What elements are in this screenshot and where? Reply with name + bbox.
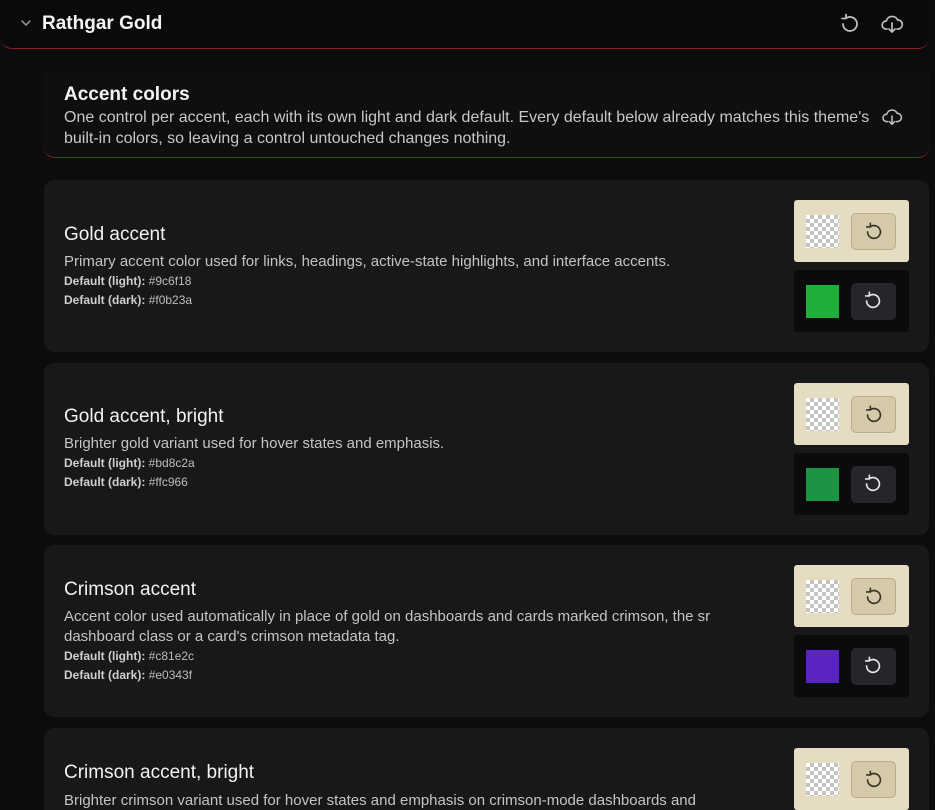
card-title: Crimson accent, bright: [64, 762, 255, 783]
reset-dark-button[interactable]: [851, 466, 896, 503]
section-description: One control per accent, each with its ow…: [64, 109, 870, 147]
reset-icon: [864, 291, 881, 309]
reset-icon: [865, 770, 882, 788]
accent-card-crimson-bright: Crimson accent, bright Brighter crimson …: [44, 728, 929, 810]
section-title: Accent colors: [64, 84, 190, 105]
reset-icon: [865, 587, 882, 605]
reset-light-button[interactable]: [851, 761, 896, 798]
default-light: Default (light): #9c6f18: [64, 274, 192, 288]
light-color-control: [794, 200, 909, 262]
chevron-down-icon[interactable]: [18, 15, 34, 31]
default-dark: Default (dark): #e0343f: [64, 668, 193, 682]
reset-light-button[interactable]: [851, 578, 896, 615]
light-color-swatch[interactable]: [806, 580, 839, 613]
light-color-control: [794, 383, 909, 445]
dark-color-control: [794, 453, 909, 515]
accent-colors-section: Accent colors One control per accent, ea…: [43, 72, 930, 158]
card-title: Gold accent, bright: [64, 406, 224, 427]
reset-light-button[interactable]: [851, 396, 896, 433]
dark-color-control: [794, 635, 909, 697]
card-description: Primary accent color used for links, hea…: [64, 253, 671, 270]
accent-card-gold-bright: Gold accent, bright Brighter gold varian…: [44, 363, 929, 535]
light-color-swatch[interactable]: [806, 763, 839, 796]
reset-icon: [864, 474, 881, 492]
light-color-control: [794, 748, 909, 810]
default-dark: Default (dark): #ffc966: [64, 475, 188, 489]
reset-light-button[interactable]: [851, 213, 896, 250]
card-description: Accent color used automatically in place…: [64, 608, 711, 645]
card-title: Crimson accent: [64, 579, 196, 600]
reset-icon: [865, 222, 882, 240]
theme-title: Rathgar Gold: [42, 13, 163, 34]
dark-color-swatch[interactable]: [806, 285, 839, 318]
reset-dark-button[interactable]: [851, 283, 896, 320]
accent-card-crimson: Crimson accent Accent color used automat…: [44, 545, 929, 717]
default-dark: Default (dark): #f0b23a: [64, 293, 193, 307]
dark-color-swatch[interactable]: [806, 468, 839, 501]
accent-card-gold: Gold accent Primary accent color used fo…: [44, 180, 929, 352]
card-description: Brighter gold variant used for hover sta…: [64, 435, 445, 452]
default-light: Default (light): #bd8c2a: [64, 456, 195, 470]
card-title: Gold accent: [64, 224, 166, 245]
dark-color-control: [794, 270, 909, 332]
cloud-download-icon[interactable]: [880, 12, 904, 36]
light-color-swatch[interactable]: [806, 215, 839, 248]
reset-dark-button[interactable]: [851, 648, 896, 685]
reset-icon: [865, 405, 882, 423]
reset-icon: [864, 656, 881, 674]
cloud-download-icon[interactable]: [881, 106, 903, 128]
reset-icon[interactable]: [838, 12, 862, 36]
card-description: Brighter crimson variant used for hover …: [64, 792, 696, 809]
light-color-control: [794, 565, 909, 627]
theme-header[interactable]: Rathgar Gold: [0, 0, 930, 49]
light-color-swatch[interactable]: [806, 398, 839, 431]
default-light: Default (light): #c81e2c: [64, 649, 195, 663]
dark-color-swatch[interactable]: [806, 650, 839, 683]
